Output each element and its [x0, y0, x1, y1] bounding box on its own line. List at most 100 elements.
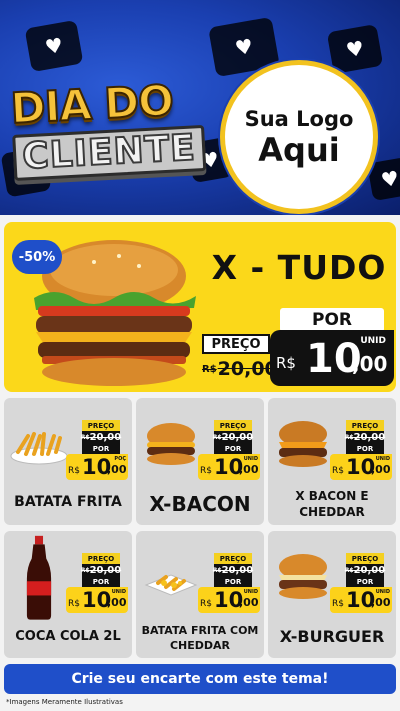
currency-symbol: R$	[68, 466, 80, 476]
title-line2-box: CLIENTE	[12, 124, 206, 181]
featured-product[interactable]: -50% X - TUDO POR PREÇO R$ 20,00 UNID R$…	[4, 222, 396, 392]
price-decimal: ,00	[352, 352, 388, 376]
product-name: BATATA FRITA	[14, 494, 122, 510]
unit-label: POÇ	[114, 456, 126, 462]
price-decimal: ,00	[239, 596, 259, 609]
new-price-label: POR	[280, 308, 384, 332]
price-tag: PREÇO R$ 20,00 POR UNID R$ 10 ,00	[198, 420, 260, 480]
new-price-label: POR	[346, 444, 384, 454]
product-card-x-burguer[interactable]: PREÇO R$ 20,00 POR UNID R$ 10 ,00 X-BURGU…	[268, 531, 396, 658]
fries-icon	[10, 432, 68, 465]
burger-icon	[279, 554, 327, 599]
old-price-value: 20,00	[217, 358, 278, 380]
currency-symbol: R$	[200, 466, 212, 476]
create-flyer-button[interactable]: Crie seu encarte com este tema!	[4, 664, 396, 694]
currency-symbol: R$	[344, 567, 354, 574]
unit-label: UNID	[360, 336, 386, 346]
new-price: UNID R$ 10 ,00	[66, 587, 128, 613]
old-price: R$ 20,00	[202, 356, 278, 382]
old-price: R$ 20,00	[344, 431, 386, 444]
new-price-label: POR	[214, 577, 252, 587]
currency-symbol: R$	[80, 567, 90, 574]
price-tag: PREÇO R$ 20,00 POR UNID R$ 10 ,00	[330, 420, 392, 480]
unit-label: UNID	[243, 456, 258, 462]
old-price-value: 20,00	[221, 432, 254, 443]
currency-symbol: R$	[80, 434, 90, 441]
product-name: X-BACON	[149, 492, 251, 516]
price-tag: PREÇO R$ 20,00 POR UNID R$ 10 ,00	[66, 553, 128, 613]
unit-label: UNID	[243, 589, 258, 595]
currency-symbol: R$	[332, 599, 344, 609]
price-decimal: ,00	[239, 463, 259, 476]
old-price: R$ 20,00	[344, 564, 386, 577]
old-price-label: PREÇO	[82, 553, 120, 564]
unit-label: UNID	[111, 589, 126, 595]
currency-symbol: R$	[68, 599, 80, 609]
product-name: X-BURGUER	[279, 627, 385, 646]
old-price: R$ 20,00	[212, 564, 254, 577]
currency-symbol: R$	[344, 434, 354, 441]
price-tag: PREÇO R$ 20,00 POR UNID R$ 10 ,00	[198, 553, 260, 613]
old-price-value: 20,00	[353, 432, 386, 443]
old-price-label: PREÇO	[214, 553, 252, 564]
old-price: R$ 20,00	[80, 564, 122, 577]
product-card-x-bacon[interactable]: PREÇO R$ 20,00 POR UNID R$ 10 ,00 X-BACON	[136, 398, 264, 525]
old-price-label: PREÇO	[202, 334, 270, 354]
heart-icon: ♥	[24, 19, 84, 73]
old-price-value: 20,00	[89, 432, 122, 443]
currency-symbol: R$	[332, 466, 344, 476]
page-title: DIA DO CLIENTE	[9, 75, 206, 181]
old-price-label: PREÇO	[346, 553, 384, 564]
product-card-batata-cheddar[interactable]: PREÇO R$ 20,00 POR UNID R$ 10 ,00 BATATA …	[136, 531, 264, 658]
currency-symbol: R$	[202, 363, 217, 375]
old-price: R$ 20,00	[80, 431, 122, 444]
currency-symbol: R$	[212, 567, 222, 574]
new-price: UNID R$ 10 ,00	[198, 454, 260, 480]
currency-symbol: R$	[212, 434, 222, 441]
currency-symbol: R$	[200, 599, 212, 609]
product-card-x-bacon-cheddar[interactable]: PREÇO R$ 20,00 POR UNID R$ 10 ,00 X BACON…	[268, 398, 396, 525]
title-line2: CLIENTE	[20, 126, 198, 178]
logo-placeholder[interactable]: Sua Logo Aqui	[220, 60, 378, 214]
new-price: POÇ R$ 10 ,00	[66, 454, 128, 480]
price-decimal: ,00	[107, 463, 127, 476]
product-name: COCA COLA 2L	[15, 629, 121, 644]
logo-line1: Sua Logo	[244, 107, 354, 131]
price-decimal: ,00	[371, 596, 391, 609]
unit-label: UNID	[375, 456, 390, 462]
featured-name: X - TUDO	[211, 248, 387, 287]
new-price-label: POR	[82, 444, 120, 454]
product-name: BATATA FRITA COM CHEDDAR	[141, 624, 259, 652]
discount-badge: -50%	[12, 240, 62, 274]
new-price: UNID R$ 10 ,00	[198, 587, 260, 613]
title-line1: DIA DO	[9, 75, 176, 134]
new-price: UNID R$ 10 ,00	[270, 330, 394, 386]
old-price-label: PREÇO	[346, 420, 384, 431]
disclaimer-text: *Imagens Meramente Ilustrativas	[6, 698, 123, 706]
old-price-value: 20,00	[89, 565, 122, 576]
new-price-label: POR	[82, 577, 120, 587]
burger-cheddar-icon	[279, 421, 327, 467]
header-banner: ♥ ♥ ♥ ♥ ♥ ♥ DIA DO CLIENTE Sua Logo Aqui	[0, 0, 400, 215]
new-price-label: POR	[214, 444, 252, 454]
price-decimal: ,00	[371, 463, 391, 476]
logo-line2: Aqui	[258, 131, 340, 169]
old-price-value: 20,00	[353, 565, 386, 576]
old-price: R$ 20,00	[212, 431, 254, 444]
soda-bottle-icon	[26, 535, 52, 620]
product-name: X BACON E CHEDDAR	[295, 489, 369, 519]
unit-label: UNID	[375, 589, 390, 595]
price-tag: PREÇO R$ 20,00 POR UNID R$ 10 ,00	[330, 553, 392, 613]
new-price: UNID R$ 10 ,00	[330, 454, 392, 480]
new-price-label: POR	[346, 577, 384, 587]
product-card-batata-frita[interactable]: PREÇO R$ 20,00 POR POÇ R$ 10 ,00 BATATA F…	[4, 398, 132, 525]
product-card-coca-cola[interactable]: PREÇO R$ 20,00 POR UNID R$ 10 ,00 COCA CO…	[4, 531, 132, 658]
old-price-label: PREÇO	[82, 420, 120, 431]
fries-cheddar-icon	[144, 574, 198, 596]
new-price: UNID R$ 10 ,00	[330, 587, 392, 613]
old-price-label: PREÇO	[214, 420, 252, 431]
burger-icon	[147, 423, 195, 465]
heart-icon: ♥	[326, 23, 384, 75]
currency-symbol: R$	[276, 354, 296, 372]
old-price-value: 20,00	[221, 565, 254, 576]
